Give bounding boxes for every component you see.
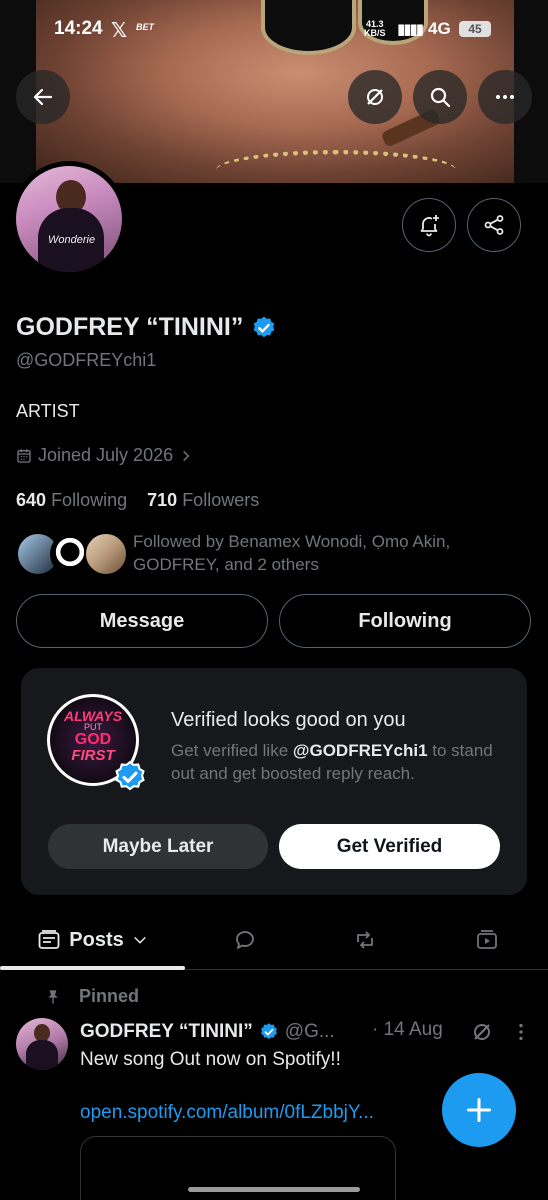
media-icon	[476, 930, 497, 949]
back-button[interactable]	[16, 70, 70, 124]
message-button[interactable]: Message	[16, 594, 268, 648]
avatar-photo: Wonderie	[16, 166, 122, 272]
status-bar: 14:24 𝕏 BET 41.3 KB/S ▮▮▮▮ 4G 45	[0, 18, 548, 46]
chevron-right-icon	[183, 450, 190, 461]
bet-app-icon: BET	[136, 22, 154, 32]
verified-badge-icon	[260, 1023, 277, 1040]
notifications-button[interactable]	[402, 198, 456, 252]
search-button[interactable]	[413, 70, 467, 124]
signal-icon: ▮▮▮▮	[397, 21, 424, 38]
verified-badge-icon[interactable]	[251, 315, 277, 341]
calendar-icon	[17, 448, 31, 463]
arrow-left-icon	[33, 88, 53, 106]
post-date: · 14 Aug	[372, 1019, 443, 1040]
profile-bio: ARTIST	[16, 401, 80, 421]
x-logo-icon: 𝕏	[111, 20, 128, 42]
chevron-down-icon	[133, 936, 146, 944]
home-indicator[interactable]	[188, 1187, 360, 1192]
tab-indicator	[0, 966, 185, 970]
pinned-label: Pinned	[45, 986, 139, 1007]
profile-handle: @GODFREYchi1	[16, 350, 157, 370]
more-horizontal-icon	[496, 95, 514, 99]
post-author-avatar[interactable]	[16, 1018, 68, 1070]
battery-icon: 45	[459, 21, 491, 37]
post-author-handle: @G...	[284, 1021, 335, 1042]
following-link[interactable]: 640 Following	[16, 490, 127, 510]
post-author-name[interactable]: GODFREY “TININI”	[80, 1021, 253, 1043]
network-speed: 41.3 KB/S	[364, 19, 386, 38]
grok-icon[interactable]	[470, 1020, 494, 1044]
more-button[interactable]	[478, 70, 532, 124]
verify-card-title: Verified looks good on you	[171, 709, 406, 731]
network-type: 4G	[428, 19, 451, 38]
pin-icon	[48, 989, 58, 1004]
share-button[interactable]	[467, 198, 521, 252]
posts-icon	[38, 930, 60, 949]
profile-tabs: Posts	[0, 912, 548, 970]
share-icon	[484, 215, 504, 235]
display-name: GODFREY “TININI”	[16, 313, 277, 342]
bell-plus-icon	[420, 215, 439, 237]
verified-badge-icon	[115, 760, 145, 791]
follow-stats: 640 Following 710 Followers	[16, 490, 259, 511]
grok-icon	[367, 89, 383, 105]
tab-posts[interactable]: Posts	[0, 912, 185, 968]
post-link[interactable]: open.spotify.com/album/0fLZbbjY...	[80, 1102, 374, 1124]
tab-reposts[interactable]	[305, 912, 425, 968]
post-text: New song Out now on Spotify!!	[80, 1049, 341, 1070]
profile-avatar[interactable]: Wonderie	[11, 161, 127, 277]
joined-date[interactable]: Joined July 2026	[16, 445, 193, 466]
tab-media[interactable]	[425, 912, 548, 968]
reply-bubble-icon	[236, 931, 254, 949]
verify-card-description: Get verified like @GODFREYchi1 to stand …	[171, 741, 493, 783]
status-time: 14:24	[54, 18, 103, 39]
get-verified-button[interactable]: Get Verified	[279, 824, 500, 869]
grok-button[interactable]	[348, 70, 402, 124]
verify-card: ALWAYS PUT GOD FIRST Verified looks good…	[21, 668, 527, 895]
following-button[interactable]: Following	[279, 594, 531, 648]
plus-icon	[466, 1097, 492, 1123]
maybe-later-button[interactable]: Maybe Later	[48, 824, 268, 869]
followed-by-text: Followed by Benamex Wonodi, Ọmọ Akin, GO…	[133, 532, 451, 574]
followed-by[interactable]: Followed by Benamex Wonodi, Ọmọ Akin, GO…	[16, 530, 536, 580]
compose-button[interactable]	[442, 1073, 516, 1147]
followers-link[interactable]: 710 Followers	[147, 490, 259, 510]
search-icon	[430, 87, 451, 108]
repost-icon	[357, 931, 373, 949]
post-header: GODFREY “TININI” @G...	[80, 1019, 335, 1045]
follower-avatar	[84, 532, 128, 576]
more-vertical-icon[interactable]	[510, 1020, 532, 1044]
tab-replies[interactable]	[185, 912, 305, 968]
